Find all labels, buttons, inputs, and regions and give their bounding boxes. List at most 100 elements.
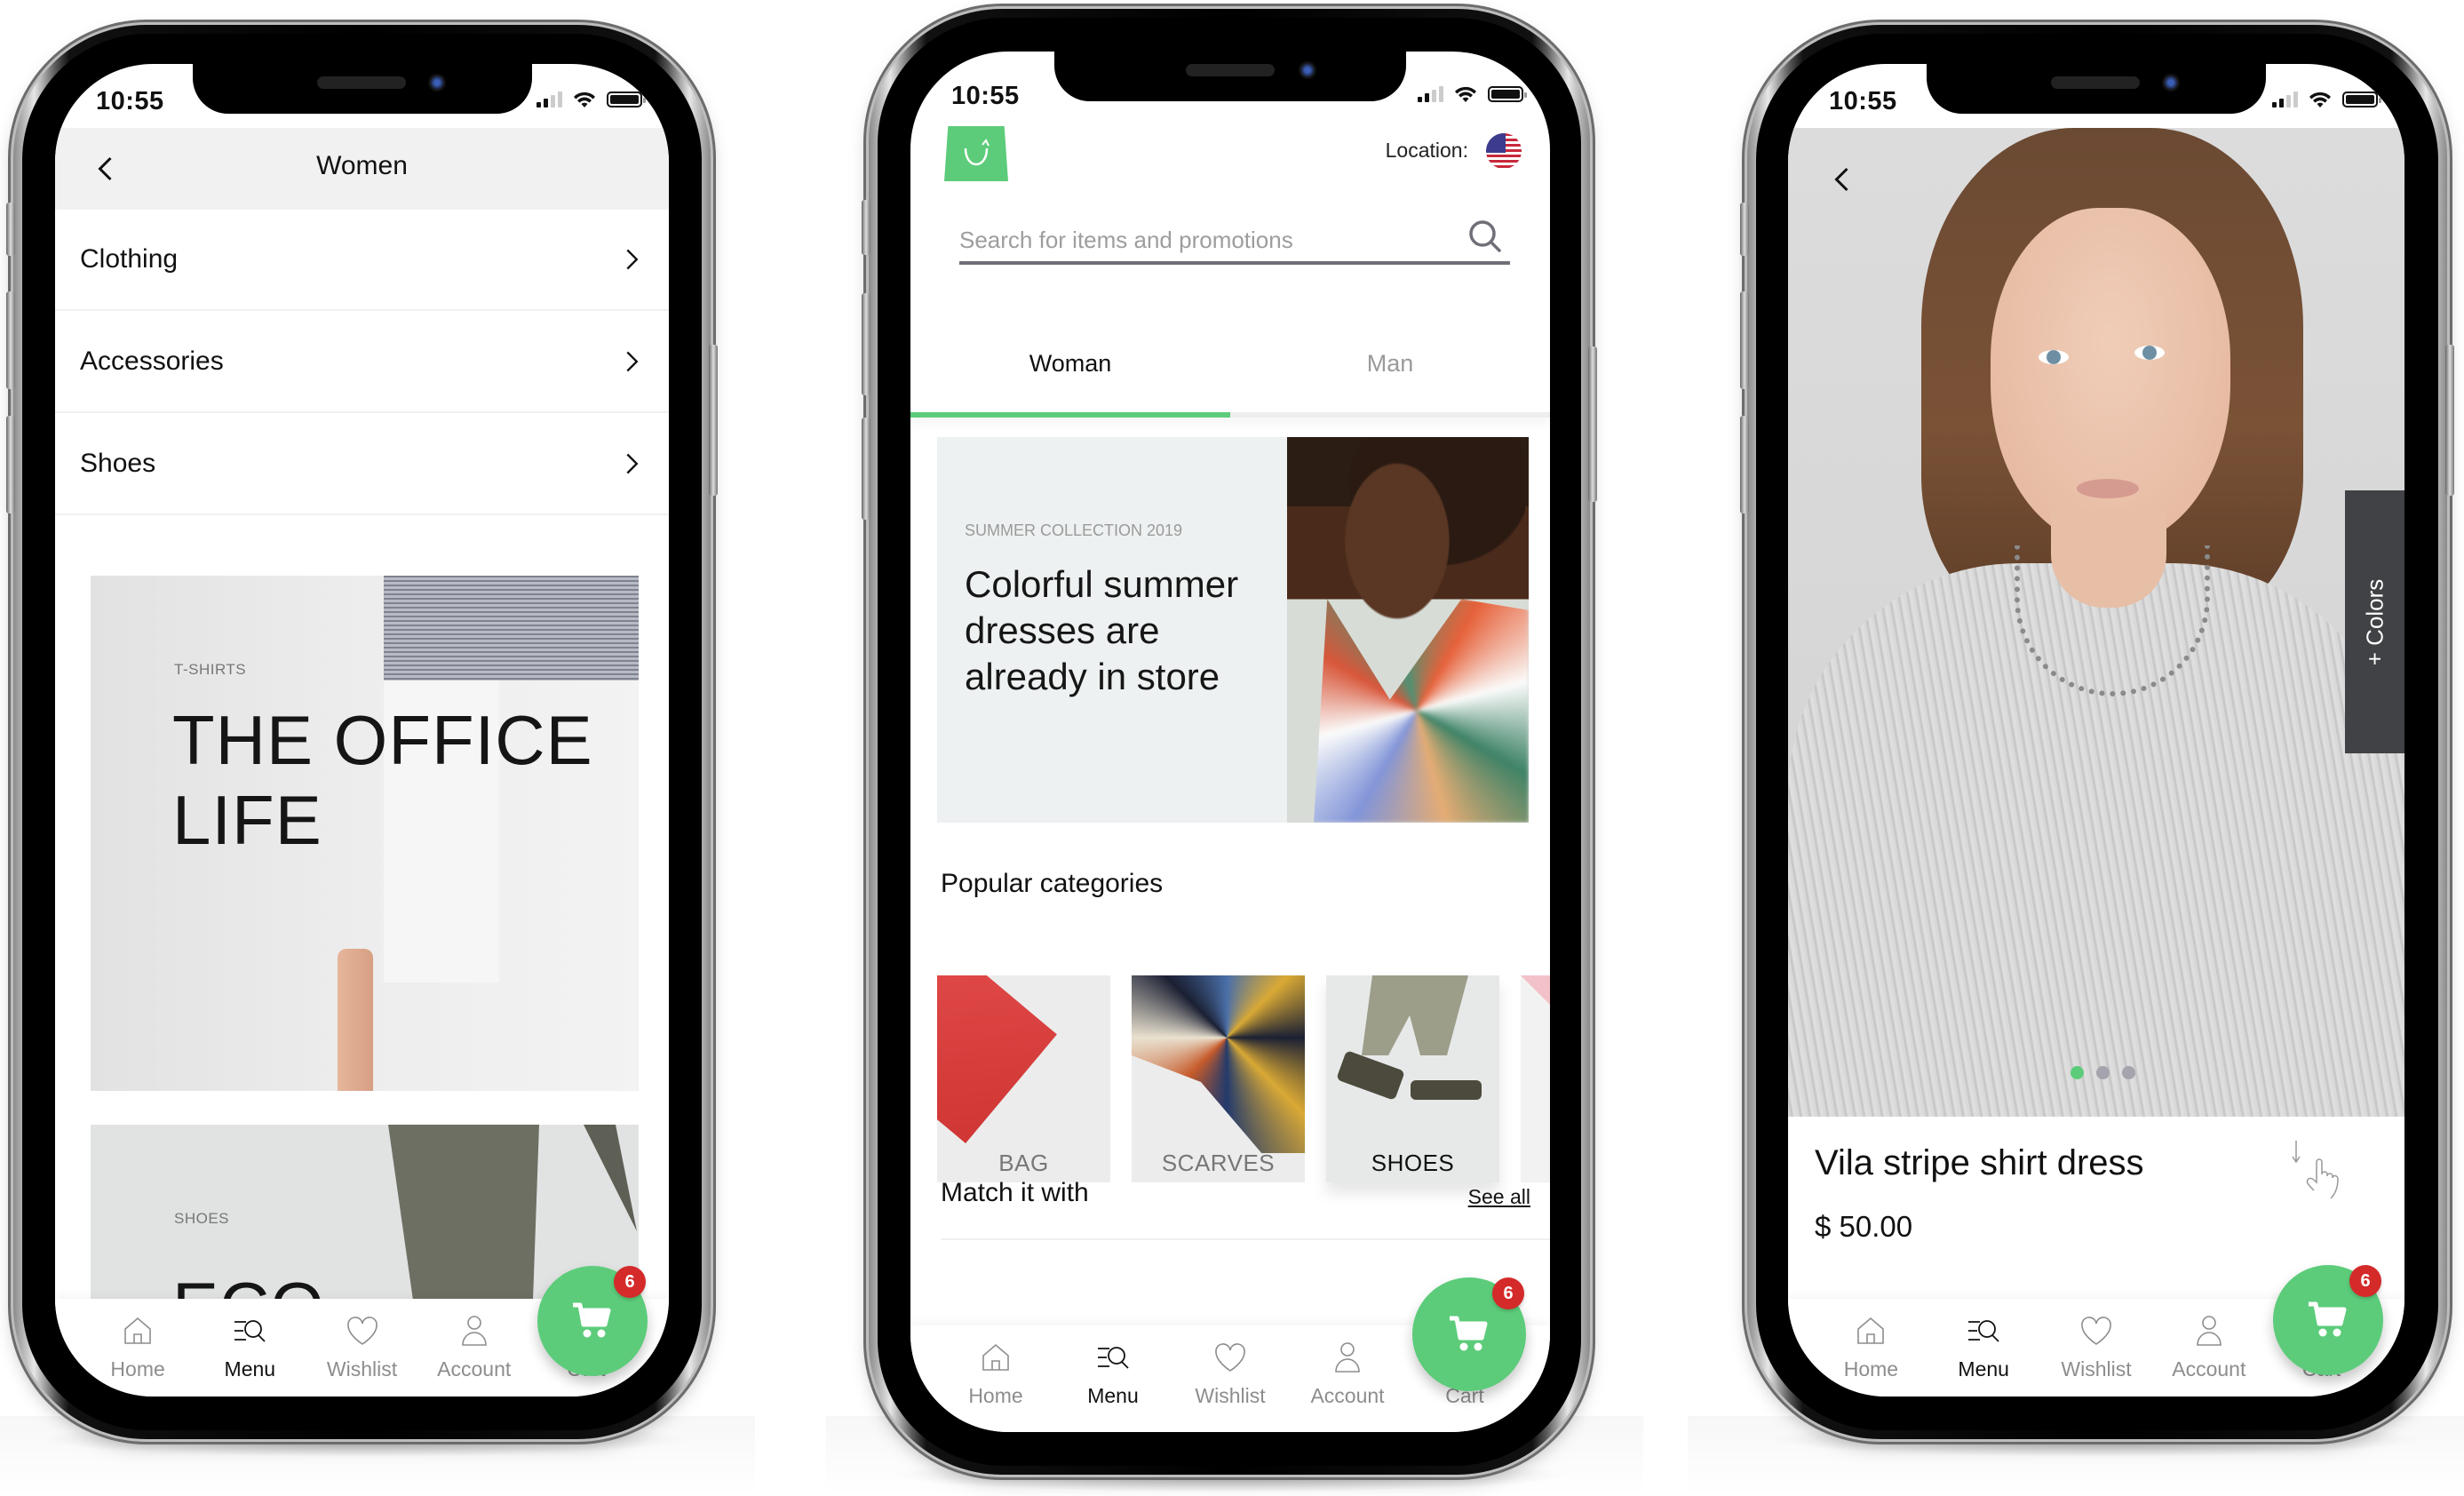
menu-item-label: Accessories [80,346,224,376]
side-button [6,203,15,256]
hero-photo [1287,437,1529,823]
menu-search-icon [234,1320,266,1342]
colors-tab-label: + Colors [2361,578,2388,665]
chevron-left-icon[interactable] [1827,163,1859,195]
cart-fab-button[interactable]: 6 [1412,1277,1526,1391]
tab-woman[interactable]: Woman [910,318,1230,418]
sandal-image [1411,1080,1482,1100]
volume-up-button [6,291,15,389]
search-input[interactable] [959,227,1427,254]
menu-search-icon [1098,1347,1129,1369]
tab-menu[interactable]: Menu [1927,1299,2040,1397]
page-header: Women [55,128,669,210]
hero-headline: Colorful summer dresses are already in s… [965,563,1239,697]
phone-product-screen: 10:55 + Colors Vila stripe shirt dress $… [1740,25,2454,1439]
status-time: 10:55 [96,87,164,115]
tab-man[interactable]: Man [1230,318,1550,418]
menu-item-clothing[interactable]: Clothing [55,210,669,311]
category-label: SHOES [1371,1150,1455,1176]
power-button [2445,345,2454,496]
see-all-link[interactable]: See all [1468,1185,1530,1209]
popular-categories-title: Popular categories [941,869,1164,898]
menu-item-accessories[interactable]: Accessories [55,312,669,413]
promo-title-line2: LIFE [172,781,322,859]
side-button [1740,203,1749,256]
cart-icon [1450,1316,1488,1351]
tab-wishlist[interactable]: Wishlist [2040,1299,2153,1397]
sandal-image [1336,1050,1405,1101]
carousel-dot-active[interactable] [2070,1066,2084,1079]
carousel-indicator [1788,1066,2404,1079]
category-label: SCARVES [1161,1150,1276,1176]
location-label: Location: [1385,139,1468,162]
wifi-icon [2309,92,2331,107]
trousers-image [1362,975,1468,1055]
status-time: 10:55 [951,82,1020,110]
notch [192,64,532,114]
cart-count-badge: 6 [614,1266,646,1298]
carousel-dot[interactable] [2095,1066,2110,1079]
notch [1927,64,2266,114]
bag-image [937,975,1057,1143]
chevron-right-icon [626,249,639,270]
category-card-partial[interactable] [1521,975,1550,1182]
shopping-bag-logo-icon[interactable] [944,126,1008,181]
category-card-shoes[interactable]: SHOES [1326,975,1499,1182]
product-photo-carousel[interactable] [1788,128,2404,1117]
user-icon [1335,1342,1360,1373]
hero-kicker: SUMMER COLLECTION 2019 [965,521,1183,539]
tab-account[interactable]: Account [2152,1299,2265,1397]
tab-label: Wishlist [326,1357,398,1381]
tab-wishlist[interactable]: Wishlist [1172,1325,1289,1432]
tab-label: Home [968,1384,1023,1407]
swipe-down-hand-icon [2292,1141,2339,1199]
promo-card-tshirts[interactable]: T-SHIRTS THE OFFICE LIFE [91,576,639,1091]
tab-home[interactable]: Home [82,1299,194,1397]
wifi-icon [574,92,595,107]
tab-account[interactable]: Account [418,1299,530,1397]
search-bar [959,211,1510,265]
tab-menu[interactable]: Menu [1054,1325,1172,1432]
page-title: Women [316,151,408,180]
signal-icon [1418,86,1443,102]
wifi-icon [1455,86,1476,102]
heart-icon [2081,1317,2111,1345]
phone-menu-screen: 10:55 Women Clothing Accessories Shoes T… [6,25,718,1439]
category-image [1521,975,1550,1011]
us-flag-icon[interactable] [1486,133,1522,169]
gender-tabs: Woman Man [910,318,1550,418]
tab-menu[interactable]: Menu [194,1299,306,1397]
colors-drawer-tab[interactable]: + Colors [2345,490,2404,753]
tab-label: Menu [1958,1357,2009,1381]
chevron-right-icon [626,351,639,372]
status-time: 10:55 [1829,87,1897,115]
signal-icon [2272,92,2298,107]
side-button [862,200,870,255]
home-icon [1857,1317,1885,1344]
volume-up-button [862,293,870,395]
promo-image-arm [338,949,373,1091]
notch [1054,52,1406,101]
search-icon[interactable] [1466,217,1505,256]
cart-fab-button[interactable]: 6 [2273,1265,2383,1375]
battery-icon [2342,92,2381,107]
category-card-scarves[interactable]: SCARVES [1132,975,1305,1182]
tab-label: Menu [224,1357,276,1381]
tab-account[interactable]: Account [1289,1325,1406,1432]
cart-count-badge: 6 [2349,1265,2381,1297]
screen: 10:55 Location: Woman Man [910,52,1550,1432]
category-label: BAG [998,1150,1049,1176]
tab-label: Home [1843,1357,1899,1381]
hero-banner[interactable]: SUMMER COLLECTION 2019 Colorful summer d… [937,437,1529,823]
cart-fab-button[interactable]: 6 [537,1266,648,1376]
tab-home[interactable]: Home [937,1325,1054,1432]
tab-label: Wishlist [2061,1357,2132,1381]
carousel-dot[interactable] [2121,1066,2135,1079]
tab-home[interactable]: Home [1815,1299,1927,1397]
power-button [1588,346,1597,502]
volume-down-button [6,416,15,513]
category-card-bag[interactable]: BAG [937,975,1110,1182]
menu-item-shoes[interactable]: Shoes [55,414,669,515]
tab-wishlist[interactable]: Wishlist [306,1299,417,1397]
volume-down-button [862,418,870,520]
